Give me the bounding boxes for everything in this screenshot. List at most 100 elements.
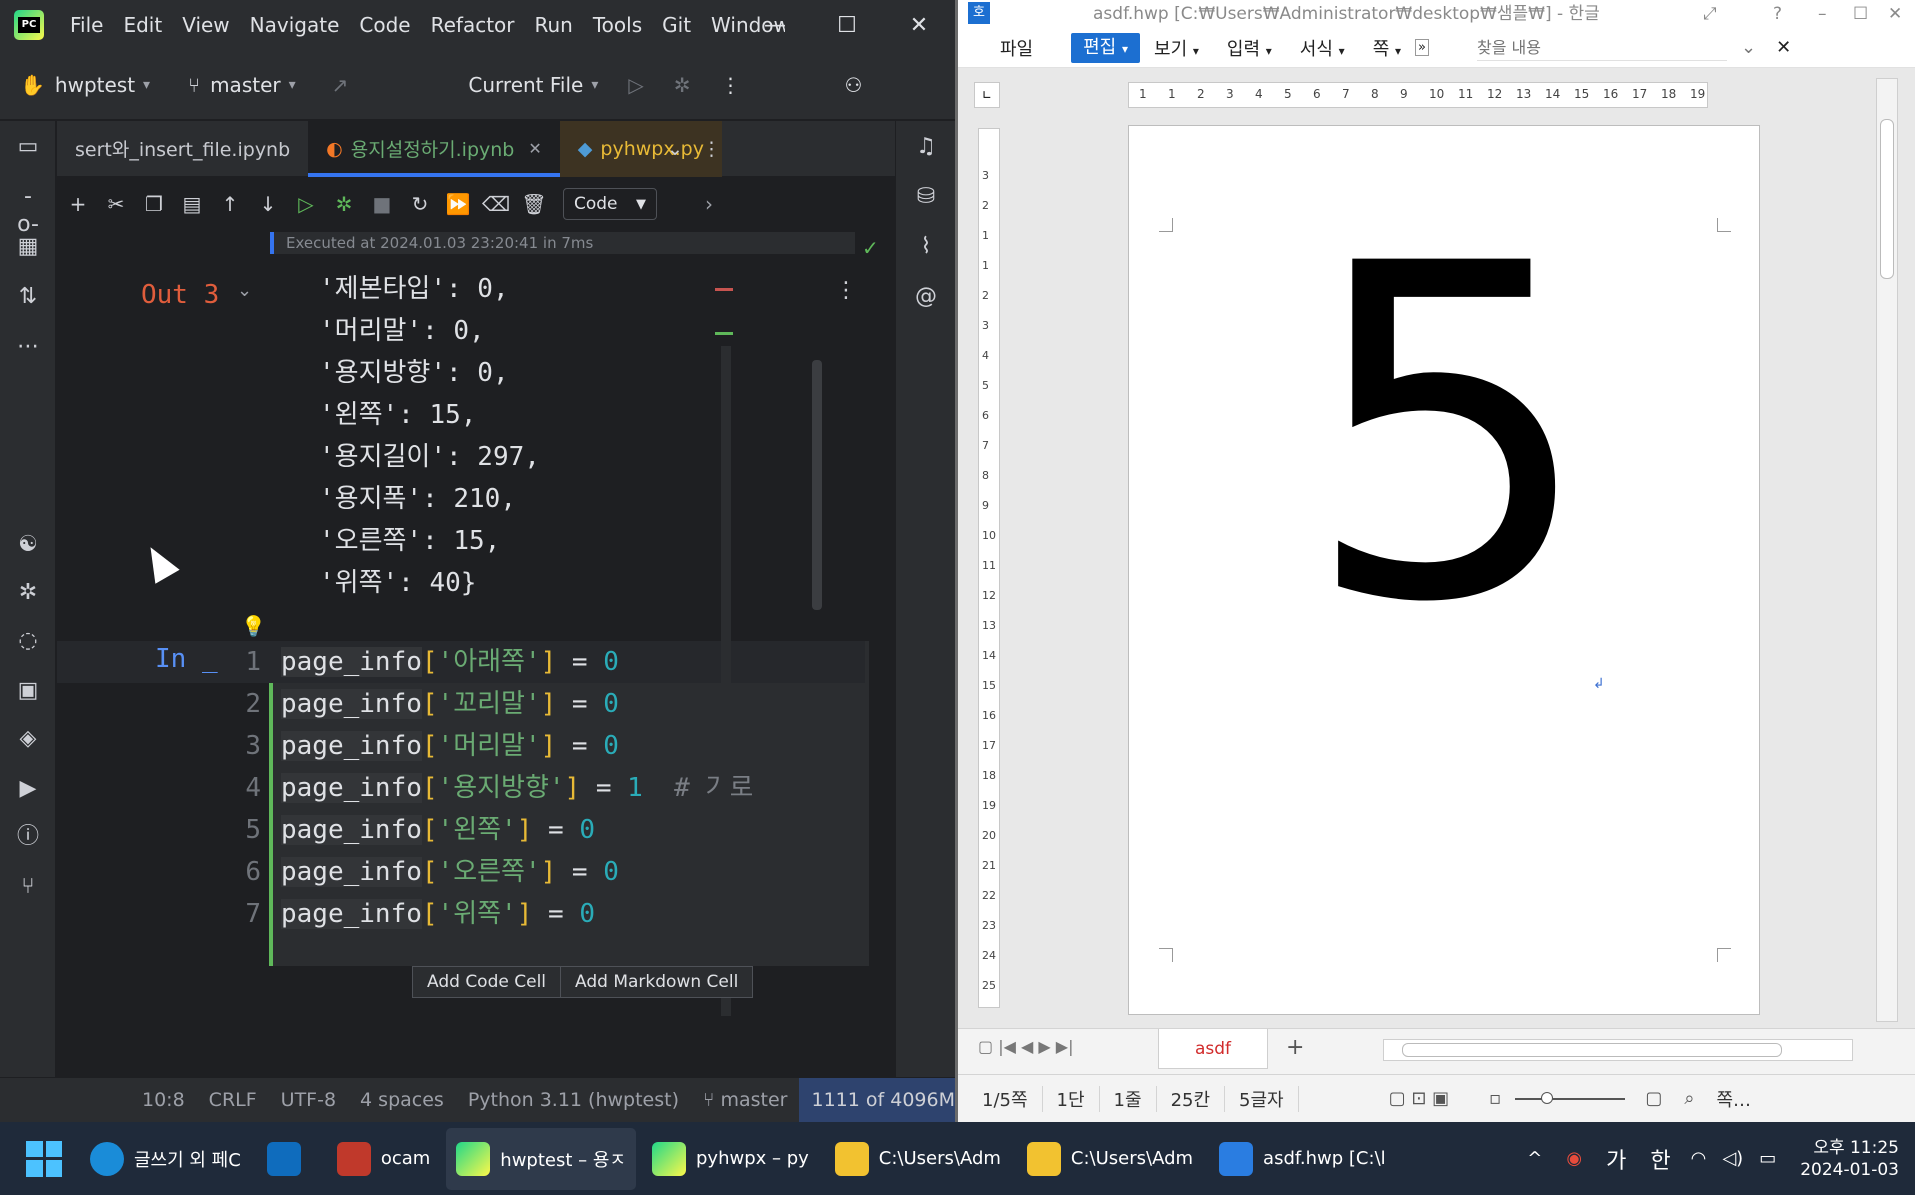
code-line[interactable]: page_info['꼬리말'] = 0 bbox=[281, 683, 753, 725]
code-line[interactable]: page_info['왼쪽'] = 0 bbox=[281, 809, 753, 851]
memory-indicator[interactable]: 1111 of 4096M bbox=[799, 1078, 955, 1122]
cell-type-select[interactable]: Code ▼ bbox=[563, 188, 657, 220]
cut-icon[interactable]: ✂ bbox=[97, 192, 135, 216]
collapse-output-icon[interactable]: ⌄ bbox=[237, 280, 252, 301]
python-console-icon[interactable]: ☯ bbox=[14, 531, 42, 559]
services-icon[interactable]: ▶ bbox=[14, 775, 42, 803]
taskbar-app-outlook[interactable] bbox=[257, 1128, 321, 1190]
zoom-label[interactable]: 쪽… bbox=[1716, 1086, 1751, 1112]
commit-icon[interactable]: -o- bbox=[14, 183, 42, 237]
jupyter-icon[interactable]: ◌ bbox=[14, 627, 42, 655]
document-vertical-scrollbar[interactable] bbox=[1876, 78, 1898, 1022]
tab-insert-file-notebook[interactable]: sert와_insert_file.ipynb bbox=[57, 121, 308, 177]
taskbar-app-explorer-2[interactable]: C:\Users\Adm bbox=[1017, 1128, 1203, 1190]
stop-icon[interactable]: ■ bbox=[363, 192, 401, 216]
menu-run[interactable]: Run bbox=[525, 13, 583, 37]
zoom-slider-thumb[interactable] bbox=[1541, 1091, 1554, 1104]
document-tab[interactable]: asdf bbox=[1158, 1029, 1268, 1069]
document-page[interactable]: 5 ↲ bbox=[1128, 125, 1760, 1015]
horizontal-ruler[interactable]: 1 1 2 3 4 5 6 7 8 9 10 11 12 13 14 15 16 17 18 19 bbox=[1128, 82, 1708, 108]
menu-view[interactable]: View bbox=[172, 13, 239, 37]
add-tab-icon[interactable]: + bbox=[1286, 1035, 1304, 1060]
code-line[interactable]: page_info['용지방향'] = 1 # 가로 bbox=[281, 767, 753, 809]
database-icon[interactable]: ⛁ bbox=[912, 183, 940, 211]
page-text[interactable]: 5 bbox=[1299, 206, 1599, 666]
layers-icon[interactable]: ◈ bbox=[14, 725, 42, 753]
branch-selector[interactable]: ⑂ master ▾ bbox=[188, 73, 296, 97]
sciview-icon[interactable]: ⌇ bbox=[912, 233, 940, 261]
code-line[interactable]: page_info['머리말'] = 0 bbox=[281, 725, 753, 767]
restart-kernel-icon[interactable]: ↻ bbox=[401, 192, 439, 216]
notifications-icon[interactable]: ♫ bbox=[912, 133, 940, 161]
menu-code[interactable]: Code bbox=[349, 13, 420, 37]
tabs-dropdown-icon[interactable]: ⌄ bbox=[667, 138, 683, 160]
menu-refactor[interactable]: Refactor bbox=[421, 13, 525, 37]
add-cell-icon[interactable]: + bbox=[59, 192, 97, 216]
ribbon-insert[interactable]: 입력 ▾ bbox=[1213, 35, 1286, 61]
indent-setting[interactable]: 4 spaces bbox=[348, 1089, 456, 1111]
minimize-icon[interactable]: — bbox=[740, 0, 810, 50]
delete-cell-icon[interactable]: 🗑 bbox=[515, 192, 553, 216]
taskbar-app-pycharm-2[interactable]: pyhwpx – py bbox=[642, 1128, 819, 1190]
add-markdown-cell-button[interactable]: Add Markdown Cell bbox=[561, 966, 754, 998]
menu-navigate[interactable]: Navigate bbox=[240, 13, 350, 37]
ribbon-more-icon[interactable]: » bbox=[1415, 39, 1429, 56]
more-vertical-icon[interactable]: ⋮ bbox=[721, 73, 741, 97]
status-branch[interactable]: ⑂ master bbox=[691, 1089, 799, 1111]
scroll-thumb[interactable] bbox=[1880, 119, 1894, 279]
python-interpreter[interactable]: Python 3.11 (hwptest) bbox=[456, 1089, 691, 1111]
folder-icon[interactable]: ▭ bbox=[14, 133, 42, 161]
close-icon[interactable]: ✕ bbox=[1776, 37, 1791, 58]
code-line[interactable]: page_info['위쪽'] = 0 bbox=[281, 893, 753, 935]
view-mode-icon[interactable]: ▢ ⊡ ▣ bbox=[1389, 1088, 1450, 1109]
code-line[interactable]: page_info['오른쪽'] = 0 bbox=[281, 851, 753, 893]
run-config-selector[interactable]: Current File ▾ bbox=[468, 73, 598, 97]
ribbon-page[interactable]: 쪽 ▾ bbox=[1359, 35, 1415, 61]
debug-cell-icon[interactable]: ✲ bbox=[325, 192, 363, 216]
wifi-icon[interactable]: ◠ bbox=[1683, 1148, 1715, 1169]
chevron-right-icon[interactable]: › bbox=[705, 192, 713, 216]
ribbon-view[interactable]: 보기 ▾ bbox=[1140, 35, 1213, 61]
taskbar-app-pycharm[interactable]: hwptest – 용ㅈ bbox=[446, 1127, 636, 1190]
search-input[interactable] bbox=[1476, 34, 1727, 61]
output-scrollbar[interactable] bbox=[812, 360, 822, 610]
tray-overflow-icon[interactable]: ^ bbox=[1515, 1148, 1554, 1169]
move-down-icon[interactable]: ↓ bbox=[249, 192, 287, 216]
taskbar-app-ocam[interactable]: ocam bbox=[327, 1128, 440, 1190]
clock[interactable]: 오후 11:25 2024-01-03 bbox=[1784, 1137, 1915, 1181]
caret-position[interactable]: 10:8 bbox=[130, 1089, 197, 1111]
move-up-icon[interactable]: ↑ bbox=[211, 192, 249, 216]
page-nav-icon[interactable]: ▢ |◀ ◀ ▶ ▶| bbox=[978, 1037, 1073, 1056]
volume-icon[interactable]: ◁) bbox=[1714, 1148, 1751, 1169]
editor-scrollbar[interactable] bbox=[721, 346, 731, 1016]
scroll-thumb[interactable] bbox=[1402, 1043, 1782, 1057]
run-icon[interactable]: ▷ bbox=[628, 73, 643, 97]
start-icon[interactable] bbox=[26, 1140, 62, 1177]
tabs-more-icon[interactable]: ⋮ bbox=[702, 138, 721, 160]
taskbar-app-explorer[interactable]: C:\Users\Adm bbox=[825, 1128, 1011, 1190]
debug-tool-icon[interactable]: ✲ bbox=[14, 579, 42, 607]
paste-icon[interactable]: ▤ bbox=[173, 192, 211, 216]
add-user-icon[interactable]: ⚇ bbox=[845, 73, 863, 97]
lightbulb-icon[interactable]: 💡 bbox=[241, 614, 266, 638]
ai-assistant-icon[interactable]: @ bbox=[912, 283, 940, 311]
clear-outputs-icon[interactable]: ⌫ bbox=[477, 192, 515, 216]
search-icon[interactable]: ⌕ bbox=[1684, 1088, 1694, 1109]
file-encoding[interactable]: UTF-8 bbox=[269, 1089, 348, 1111]
debug-icon[interactable]: ✲ bbox=[674, 73, 691, 97]
close-icon[interactable]: ✕ bbox=[884, 0, 954, 50]
git-icon[interactable]: ⑂ bbox=[14, 873, 42, 901]
vertical-ruler[interactable]: 3 2 1 1 2 3 4 5 6 7 8 9 10 11 12 13 14 15 16 17 18 19 20 21 22 23… bbox=[978, 128, 1000, 1008]
recording-icon[interactable]: ◉ bbox=[1554, 1148, 1594, 1169]
menu-tools[interactable]: Tools bbox=[583, 13, 652, 37]
notebook-editor[interactable]: ' ' ' ' , Out 3 ⌄ ⋮ '제본타입': 0, '머리말': 0,… bbox=[57, 256, 895, 1077]
zoom-slider[interactable] bbox=[1515, 1091, 1626, 1104]
tab-page-setup-notebook[interactable]: ◐ 용지설정하기.ipynb ✕ bbox=[308, 120, 560, 177]
chevron-down-icon[interactable]: ⌄ bbox=[1741, 37, 1756, 58]
battery-icon[interactable]: ▭ bbox=[1751, 1148, 1784, 1169]
problems-icon[interactable]: ⓘ bbox=[14, 823, 42, 851]
ime-language[interactable]: 가 bbox=[1594, 1143, 1638, 1175]
line-separator[interactable]: CRLF bbox=[197, 1089, 269, 1111]
terminal-icon[interactable]: ▣ bbox=[14, 677, 42, 705]
ribbon-file[interactable]: 파일 bbox=[986, 35, 1047, 61]
